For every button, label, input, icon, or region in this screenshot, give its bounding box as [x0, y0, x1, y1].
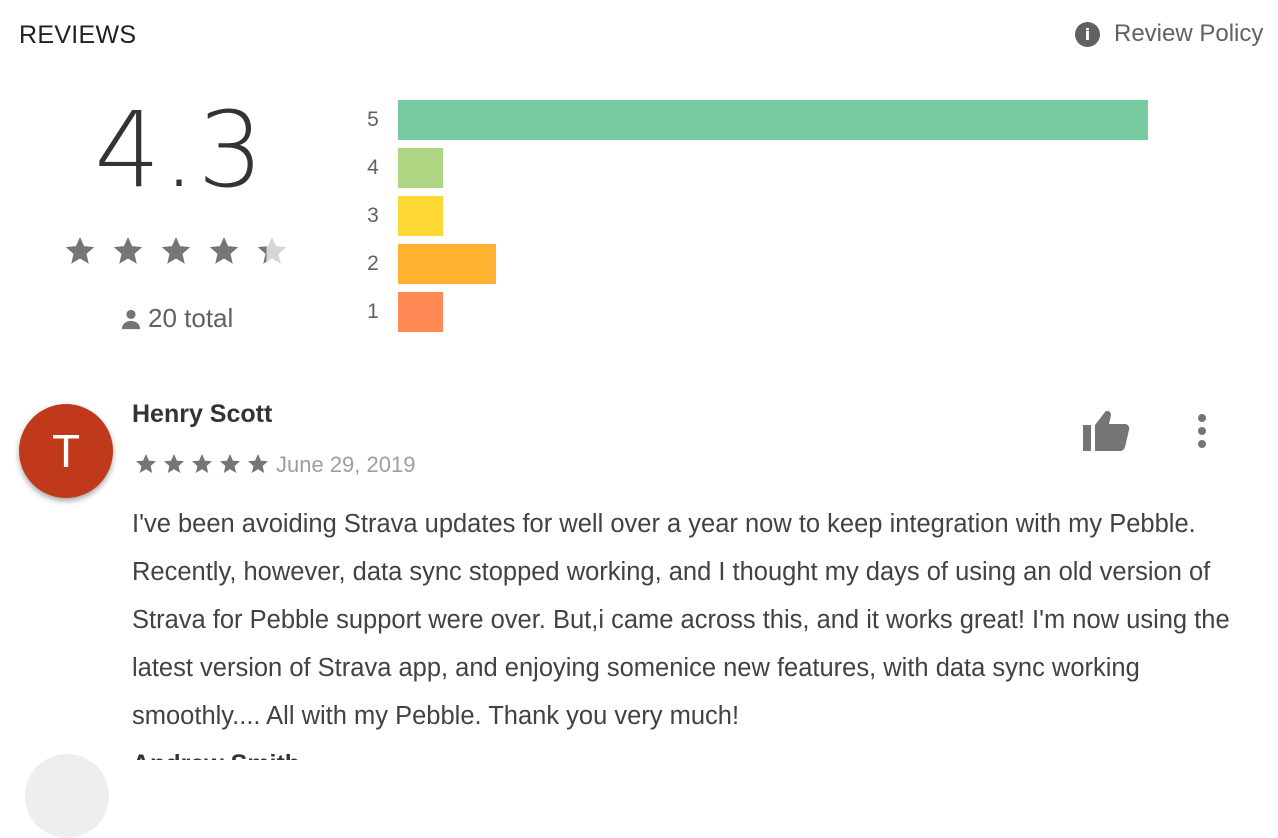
histogram-bar-5: [398, 100, 1148, 140]
star-icon: [136, 454, 156, 473]
reviewer-name: Henry Scott: [132, 400, 273, 428]
info-icon: i: [1075, 21, 1100, 47]
reviews-heading: REVIEWS: [19, 21, 137, 49]
histogram-label-4: 4: [367, 156, 379, 179]
thumbs-up-icon: [1083, 411, 1130, 451]
review-policy-label: Review Policy: [1114, 20, 1264, 47]
next-review-avatar: [25, 754, 109, 838]
average-rating-stars: [63, 234, 289, 268]
star-icon: [161, 236, 191, 264]
person-icon: [121, 309, 141, 329]
histogram-label-2: 2: [367, 252, 379, 275]
star-icon: [65, 236, 95, 264]
review-body: I've been avoiding Strava updates for we…: [132, 510, 1230, 730]
star-icon: [113, 236, 143, 264]
histogram-label-5: 5: [367, 108, 379, 131]
star-icon: [257, 236, 287, 264]
histogram-bar-4: [398, 148, 443, 188]
total-reviews: 20 total: [120, 303, 233, 334]
histogram-bar-1: [398, 292, 443, 332]
star-icon: [248, 454, 268, 473]
histogram-label-3: 3: [367, 204, 379, 227]
histogram-bar-3: [398, 196, 443, 236]
helpful-button[interactable]: [1080, 408, 1132, 454]
next-reviewer-name: Andrew Smith: [132, 750, 332, 760]
star-icon: [220, 454, 240, 473]
review-date: June 29, 2019: [276, 452, 416, 477]
review-policy-link[interactable]: i Review Policy: [1075, 20, 1263, 48]
more-vert-icon[interactable]: [1188, 410, 1216, 452]
star-icon: [209, 236, 239, 264]
histogram-label-1: 1: [367, 300, 379, 323]
star-icon: [192, 454, 212, 473]
star-icon: [164, 454, 184, 473]
review-rating-stars: [134, 452, 270, 476]
histogram-bar-2: [398, 244, 496, 284]
average-rating: 4.3: [94, 89, 266, 211]
total-reviews-label: 20 total: [148, 303, 234, 333]
avatar: T: [19, 404, 113, 498]
next-reviewer-name-clip: Andrew Smith: [132, 748, 332, 760]
